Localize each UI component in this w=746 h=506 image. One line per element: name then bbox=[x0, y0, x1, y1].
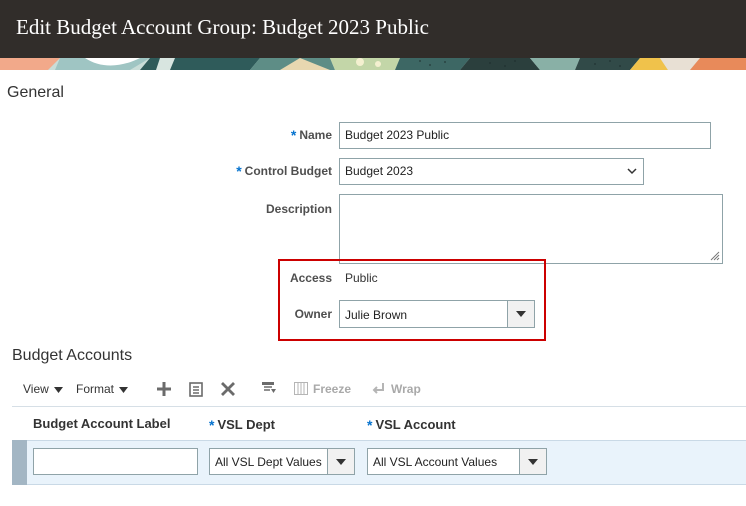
vsl-account-dropdown-button[interactable] bbox=[519, 449, 546, 474]
column-header-vsl-dept[interactable]: * VSL Dept bbox=[209, 416, 275, 433]
access-value: Public bbox=[345, 271, 378, 285]
close-icon[interactable] bbox=[221, 382, 235, 396]
view-menu[interactable]: View bbox=[23, 382, 63, 396]
table-top-border bbox=[12, 406, 746, 407]
vsl-account-value: All VSL Account Values bbox=[373, 455, 498, 469]
triangle-down-icon bbox=[119, 386, 129, 393]
plus-icon[interactable] bbox=[157, 382, 171, 396]
required-indicator: * bbox=[290, 127, 297, 143]
general-section-title: General bbox=[7, 84, 64, 101]
name-field[interactable]: Budget 2023 Public bbox=[339, 122, 711, 149]
detach-icon[interactable] bbox=[261, 380, 277, 396]
column-header-vsl-account[interactable]: * VSL Account bbox=[367, 416, 456, 433]
page-title: Edit Budget Account Group: Budget 2023 P… bbox=[16, 15, 429, 39]
owner-label: Owner bbox=[294, 307, 332, 321]
description-label: Description bbox=[265, 202, 332, 216]
required-indicator: * bbox=[367, 417, 373, 433]
triangle-down-icon bbox=[516, 311, 526, 317]
budget-account-label-input[interactable] bbox=[33, 448, 198, 475]
wrap-icon bbox=[372, 383, 384, 394]
wrap-button[interactable]: Wrap bbox=[372, 382, 421, 396]
owner-dropdown-button[interactable] bbox=[507, 301, 534, 327]
required-indicator: * bbox=[236, 163, 242, 179]
control-budget-select[interactable]: Budget 2023 bbox=[339, 158, 644, 185]
description-field[interactable] bbox=[339, 194, 723, 264]
owner-combobox[interactable]: Julie Brown bbox=[339, 300, 535, 328]
triangle-down-icon bbox=[53, 386, 63, 393]
vsl-dept-value: All VSL Dept Values bbox=[215, 455, 322, 469]
freeze-icon bbox=[294, 382, 308, 395]
vsl-dept-dropdown-button[interactable] bbox=[327, 449, 354, 474]
name-label: * Name bbox=[290, 127, 332, 143]
control-budget-value: Budget 2023 bbox=[345, 164, 414, 178]
triangle-down-icon bbox=[336, 458, 346, 465]
decorative-banner bbox=[0, 58, 746, 70]
vsl-dept-combobox[interactable]: All VSL Dept Values bbox=[209, 448, 355, 475]
row-selector[interactable] bbox=[12, 440, 27, 485]
copy-icon[interactable] bbox=[188, 381, 204, 397]
freeze-button[interactable]: Freeze bbox=[294, 382, 351, 396]
control-budget-label: * Control Budget bbox=[236, 163, 332, 179]
column-header-budget-account-label[interactable]: Budget Account Label bbox=[33, 416, 170, 431]
chevron-down-icon bbox=[627, 168, 637, 175]
page-header: Edit Budget Account Group: Budget 2023 P… bbox=[0, 0, 746, 58]
budget-accounts-section-title: Budget Accounts bbox=[12, 347, 133, 364]
triangle-down-icon bbox=[528, 458, 538, 465]
access-label: Access bbox=[289, 271, 332, 285]
format-menu[interactable]: Format bbox=[76, 382, 129, 396]
vsl-account-combobox[interactable]: All VSL Account Values bbox=[367, 448, 547, 475]
owner-value: Julie Brown bbox=[345, 308, 408, 322]
resize-handle-icon[interactable] bbox=[710, 251, 720, 261]
required-indicator: * bbox=[209, 417, 215, 433]
